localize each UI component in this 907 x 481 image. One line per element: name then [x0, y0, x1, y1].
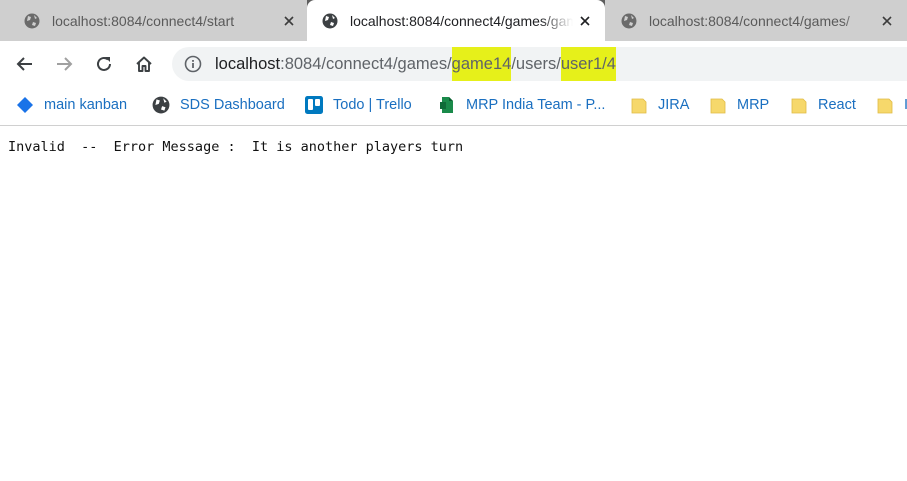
close-icon [580, 15, 590, 26]
bookmark-label: JIRA [658, 97, 690, 113]
forward-button[interactable] [49, 49, 79, 79]
bookmark-todo-trello[interactable]: Todo | Trello [305, 95, 412, 115]
bookmark-label: SDS Dashboard [180, 97, 285, 113]
bookmark-sds-dashboard[interactable]: SDS Dashboard [152, 95, 285, 115]
tab-connect4-start[interactable]: localhost:8084/connect4/start [0, 0, 307, 41]
close-icon [882, 15, 892, 26]
bookmark-jira[interactable]: JIRA [630, 95, 689, 115]
bookmark-label: main kanban [44, 97, 128, 113]
bookmark-main-kanban[interactable]: main kanban [16, 95, 127, 115]
bookmark-mrp-india-team[interactable]: MRP India Team - P... [438, 95, 605, 115]
info-icon[interactable] [184, 55, 202, 73]
close-tab-button[interactable] [277, 9, 301, 33]
tab-strip: localhost:8084/connect4/start localhost:… [0, 0, 907, 41]
bookmarks-bar: main kanban SDS Dashboard Todo | Trello … [0, 86, 907, 126]
tab-connect4-games[interactable]: localhost:8084/connect4/games/ [605, 0, 907, 41]
bookmark-label: Todo | Trello [333, 97, 412, 113]
globe-icon [152, 96, 170, 114]
tab-game14-active[interactable]: localhost:8084/connect4/games/game14/use… [307, 0, 605, 41]
bookmark-label: React [818, 97, 856, 113]
page-content: Invalid -- Error Message : It is another… [0, 127, 907, 481]
diamond-icon [17, 97, 33, 113]
close-tab-button[interactable] [573, 9, 597, 33]
url-path-segment: /users/ [511, 55, 561, 73]
folder-icon [877, 98, 893, 114]
address-bar[interactable]: localhost:8084/connect4/games/game14/use… [172, 47, 907, 81]
bookmark-react[interactable]: React [790, 95, 856, 115]
back-arrow-icon [16, 57, 32, 71]
url-text[interactable]: localhost:8084/connect4/games/game14/use… [215, 47, 616, 81]
bookmark-truncated[interactable]: I [876, 95, 907, 115]
reload-button[interactable] [89, 49, 119, 79]
bookmark-label: MRP India Team - P... [466, 97, 606, 113]
url-host: localhost [215, 55, 281, 73]
bookmark-mrp[interactable]: MRP [709, 95, 769, 115]
folder-icon [710, 98, 726, 114]
tab-title: localhost:8084/connect4/start [52, 12, 235, 29]
url-highlight-game-id: game14 [451, 47, 512, 81]
globe-icon [621, 13, 637, 28]
sheets-icon [440, 97, 453, 113]
tab-title: localhost:8084/connect4/games/ [649, 12, 850, 29]
home-icon [136, 56, 152, 72]
globe-icon [322, 13, 338, 28]
globe-icon [24, 13, 40, 28]
back-button[interactable] [10, 49, 40, 79]
tab-title: localhost:8084/connect4/games/game14/use… [350, 12, 573, 29]
home-button[interactable] [129, 49, 159, 79]
forward-arrow-icon [57, 57, 73, 71]
url-path-segment: :8084/connect4/games/ [280, 55, 452, 73]
trello-icon [305, 96, 323, 114]
folder-icon [631, 98, 647, 114]
bookmark-label: MRP [737, 97, 770, 113]
folder-icon [791, 98, 807, 114]
error-message: Invalid -- Error Message : It is another… [8, 139, 464, 155]
reload-icon [97, 56, 111, 71]
url-highlight-user-column: user1/4 [560, 47, 616, 81]
browser-toolbar: localhost:8084/connect4/games/game14/use… [0, 41, 907, 86]
close-tab-button[interactable] [875, 9, 899, 33]
close-icon [284, 15, 294, 26]
